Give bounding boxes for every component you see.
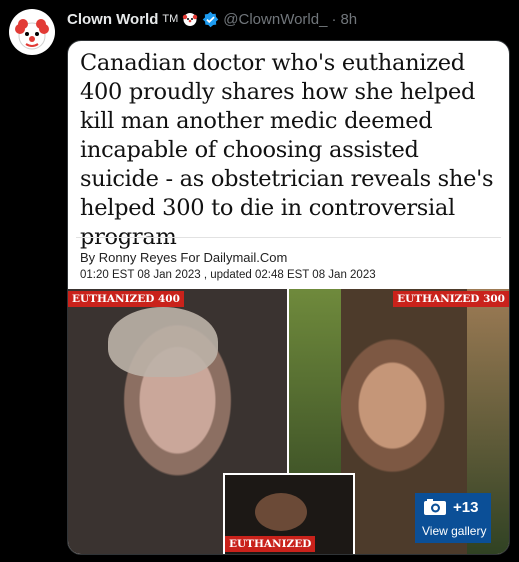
gallery-top: +13 <box>423 498 478 516</box>
label-euthanized-inset: EUTHANIZED <box>225 536 316 552</box>
verified-badge-icon <box>202 11 219 27</box>
tweet-time[interactable]: 8h <box>340 11 357 28</box>
label-euthanized-300: EUTHANIZED 300 <box>393 291 509 307</box>
view-gallery-button[interactable]: +13 View gallery <box>415 493 491 543</box>
gallery-label: View gallery <box>422 524 487 538</box>
separator-dot: · <box>331 10 337 28</box>
article-dateline: 01:20 EST 08 Jan 2023 , updated 02:48 ES… <box>80 269 376 281</box>
author-name[interactable]: Clown World <box>67 11 158 28</box>
tweet-header: Clown World TM @ClownWorld_ · 8h <box>67 9 357 29</box>
profile-avatar[interactable] <box>9 9 55 55</box>
clown-face-icon <box>183 13 198 26</box>
tm-mark: TM <box>162 13 179 25</box>
author-handle[interactable]: @ClownWorld_ <box>223 11 327 28</box>
camera-icon <box>424 499 446 515</box>
headline-divider <box>76 237 501 238</box>
gallery-count: +13 <box>453 498 479 516</box>
article-headline: Canadian doctor who's euthanized 400 pro… <box>80 50 494 250</box>
article-card[interactable]: Canadian doctor who's euthanized 400 pro… <box>67 40 510 555</box>
label-euthanized-400: EUTHANIZED 400 <box>68 291 184 307</box>
article-byline: By Ronny Reyes For Dailymail.Com <box>80 250 288 265</box>
clown-face-icon <box>10 10 54 54</box>
